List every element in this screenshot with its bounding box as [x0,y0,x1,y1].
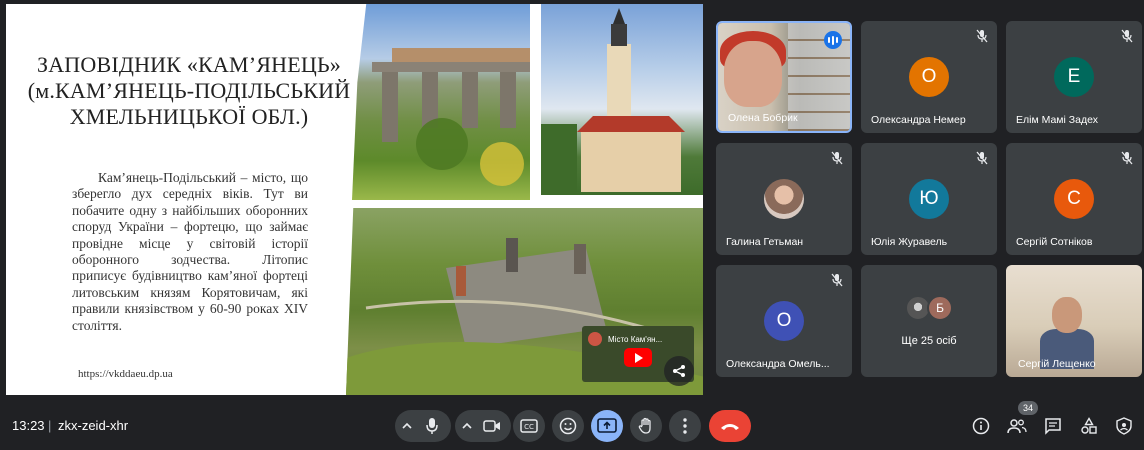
leave-call-button[interactable] [709,410,751,442]
slide-body-text: Кам’янець-Подільський – місто, що зберег… [72,170,308,333]
participant-tile-yuliia[interactable]: Ю Юлія Журавель [861,143,997,255]
meeting-controls-bar: 13:23 | zkx-zeid-xhr CC 34 [0,400,1144,450]
channel-avatar [588,332,602,346]
participant-name: Елім Мамі Задех [1016,114,1098,126]
speaking-indicator-icon [824,31,842,49]
emoji-icon[interactable] [557,415,579,437]
microphone-button[interactable] [395,410,451,442]
meeting-code: zkx-zeid-xhr [58,418,129,433]
raise-hand-button[interactable] [630,410,662,442]
presentation-slide: ЗАПОВІДНИК «КАМ’ЯНЕЦЬ» (м.КАМ’ЯНЕЦЬ-ПОДІ… [6,4,703,395]
end-call-icon[interactable] [719,415,741,437]
share-icon[interactable] [664,356,694,386]
participant-name: Сергій Сотніков [1016,236,1093,248]
mic-off-icon [1121,29,1133,43]
mic-off-icon [831,273,843,287]
divider: | [48,418,52,433]
captions-button[interactable]: CC [513,410,545,442]
participant-tile-serhii-sotnikov[interactable]: С Сергій Сотніков [1006,143,1142,255]
participant-name: Сергій Лещенко [1018,358,1096,370]
meeting-details-icon[interactable] [969,414,993,438]
present-screen-button[interactable] [591,410,623,442]
participant-tile-oleksandra-nemer[interactable]: О Олександра Немер [861,21,997,133]
participant-photo-avatar [764,179,804,219]
more-participants-tile[interactable]: Б Ще 25 осіб [861,265,997,377]
meet-window: ЗАПОВІДНИК «КАМ’ЯНЕЦЬ» (м.КАМ’ЯНЕЦЬ-ПОДІ… [0,0,1144,450]
activities-icon[interactable] [1077,414,1101,438]
present-screen-icon[interactable] [596,415,618,437]
participant-tile-halyna[interactable]: Галина Гетьман [716,143,852,255]
participant-name: Олександра Омель... [726,358,830,370]
camera-icon[interactable] [481,415,503,437]
slide-source-url: https://vkddaeu.dp.ua [78,368,173,380]
participant-avatar: Ю [909,179,949,219]
people-icon[interactable] [1005,414,1029,438]
participant-tile-serhii-leshchenko[interactable]: Сергій Лещенко [1006,265,1142,377]
svg-text:CC: CC [524,423,534,431]
closed-captions-icon[interactable]: CC [518,415,540,437]
participant-avatar: О [909,57,949,97]
more-participants-label: Ще 25 осіб [901,335,957,347]
mic-off-icon [831,151,843,165]
host-controls-icon[interactable] [1112,414,1136,438]
more-participants-avatars: Б [905,295,957,323]
hand-icon[interactable] [635,415,657,437]
mic-off-icon [976,29,988,43]
participant-count-badge: 34 [1018,401,1038,415]
youtube-play-icon[interactable] [624,348,652,367]
participant-name: Олена Бобрик [728,112,798,124]
slide-title: ЗАПОВІДНИК «КАМ’ЯНЕЦЬ» (м.КАМ’ЯНЕЦЬ-ПОДІ… [27,52,351,129]
participant-name: Юлія Журавель [871,236,948,248]
participant-tile-oleksandra-omel[interactable]: О Олександра Омель... [716,265,852,377]
town-hall-photo [541,4,703,195]
participant-avatar: О [764,301,804,341]
participant-avatar: Б [927,295,953,321]
participant-avatar: Е [1054,57,1094,97]
chevron-up-icon[interactable] [461,415,473,437]
participant-tile-olena[interactable]: Олена Бобрик [716,21,852,133]
mic-off-icon [976,151,988,165]
microphone-icon[interactable] [421,415,443,437]
chat-icon[interactable] [1041,414,1065,438]
participant-tile-elim[interactable]: Е Елім Мамі Задех [1006,21,1142,133]
more-options-button[interactable] [669,410,701,442]
participant-name: Олександра Немер [871,114,966,126]
participant-avatar: С [1054,179,1094,219]
bridge-photo [352,4,530,200]
reactions-button[interactable] [552,410,584,442]
camera-button[interactable] [455,410,511,442]
mic-off-icon [1121,151,1133,165]
chevron-up-icon[interactable] [401,415,413,437]
meeting-time: 13:23 [12,418,45,433]
more-vertical-icon[interactable] [674,415,696,437]
participant-name: Галина Гетьман [726,236,804,248]
video-title: Місто Кам'ян... [608,335,663,344]
